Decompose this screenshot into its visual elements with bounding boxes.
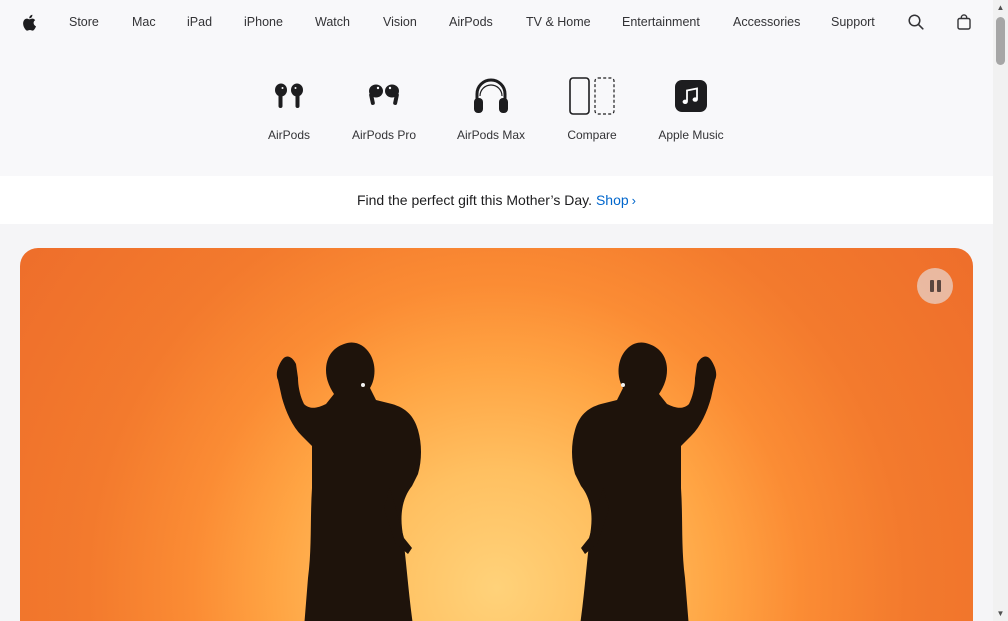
airpods-icon (269, 74, 309, 118)
scrollbar-thumb[interactable] (996, 17, 1005, 65)
chapter-airpods[interactable]: AirPods (234, 74, 344, 142)
chapter-label: Compare (567, 128, 617, 142)
scroll-down-arrow-icon[interactable]: ▼ (993, 606, 1008, 621)
chapter-airpods-max[interactable]: AirPods Max (436, 74, 546, 142)
pause-button[interactable] (917, 268, 953, 304)
chapter-label: AirPods Max (456, 128, 526, 142)
product-chapter-nav: AirPods AirPods Pro AirPods Max Compare … (0, 44, 993, 176)
nav-item-mac[interactable]: Mac (132, 0, 156, 44)
airpods-max-icon (472, 74, 510, 118)
promo-ribbon: Find the perfect gift this Mother’s Day.… (0, 176, 993, 224)
chapter-apple-music[interactable]: Apple Music (636, 74, 746, 142)
nav-item-vision[interactable]: Vision (383, 0, 417, 44)
nav-item-accessories[interactable]: Accessories (733, 0, 800, 44)
chapter-airpods-pro[interactable]: AirPods Pro (329, 74, 439, 142)
ribbon-text: Find the perfect gift this Mother’s Day. (356, 192, 592, 208)
page-scrollbar[interactable]: ▲ ▼ (993, 0, 1008, 621)
scroll-up-arrow-icon[interactable]: ▲ (993, 0, 1008, 15)
search-icon[interactable] (907, 0, 925, 44)
hero-video (20, 248, 973, 621)
hero-section (0, 224, 993, 621)
silhouette-right (572, 342, 717, 621)
nav-item-iphone[interactable]: iPhone (244, 0, 283, 44)
apple-logo-icon[interactable] (20, 0, 38, 44)
nav-item-ipad[interactable]: iPad (187, 0, 212, 44)
chapter-label: Apple Music (658, 128, 724, 142)
silhouette-left (276, 342, 421, 621)
nav-item-tv-home[interactable]: TV & Home (526, 0, 591, 44)
hero-artwork (276, 342, 717, 621)
chapter-label: AirPods (267, 128, 311, 142)
nav-item-watch[interactable]: Watch (315, 0, 350, 44)
airpods-pro-icon (363, 74, 405, 118)
nav-item-support[interactable]: Support (831, 0, 875, 44)
ribbon-link-label: Shop (595, 192, 629, 208)
pause-icon (929, 280, 934, 292)
ribbon-shop-link[interactable]: Shop › (596, 192, 636, 208)
global-nav: Store Mac iPad iPhone Watch Vision AirPo… (0, 0, 993, 44)
pause-icon-bar (936, 280, 941, 292)
nav-item-airpods[interactable]: AirPods (449, 0, 493, 44)
chapter-compare[interactable]: Compare (537, 74, 647, 142)
chapter-label: AirPods Pro (351, 128, 417, 142)
apple-music-icon (674, 74, 708, 118)
chevron-right-icon: › (631, 192, 637, 208)
compare-icon (568, 74, 616, 118)
bag-icon[interactable] (955, 0, 973, 44)
nav-item-entertainment[interactable]: Entertainment (622, 0, 700, 44)
nav-item-store[interactable]: Store (69, 0, 99, 44)
